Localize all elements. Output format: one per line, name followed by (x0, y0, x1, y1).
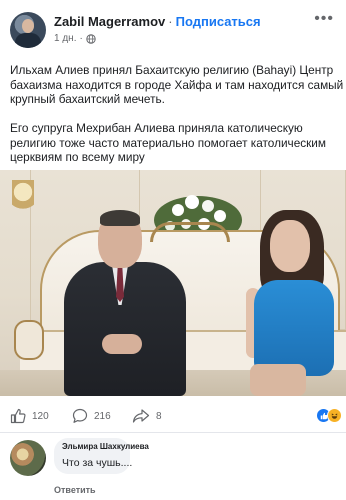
post-time[interactable]: 1 дн. (54, 33, 76, 44)
comment-bubble-icon (72, 408, 88, 423)
laughing-face-icon (329, 410, 340, 421)
man-figure (58, 210, 198, 396)
globe-icon[interactable] (86, 33, 96, 44)
sofa-arm (14, 320, 44, 360)
comment-bubble: Эльмира Шахкулиева Что за чушь.... (54, 438, 149, 474)
more-options-button[interactable]: ••• (314, 11, 334, 27)
reaction-summary[interactable] (316, 408, 342, 423)
thumbs-up-icon (10, 408, 26, 424)
post-header: Zabil Magerramov · Подписаться 1 дн. · ••• (0, 0, 346, 54)
like-count: 120 (32, 410, 49, 422)
name-separator: · (168, 14, 173, 29)
comments-divider (0, 432, 346, 433)
comment-count: 216 (94, 410, 111, 422)
like-button[interactable]: 120 (10, 408, 49, 424)
comment-text: Что за чушь.... (62, 457, 133, 469)
wall-sconce (12, 180, 34, 220)
author-name-row: Zabil Magerramov · Подписаться (54, 14, 261, 29)
man-hair (100, 210, 140, 226)
reply-button[interactable]: Ответить (54, 485, 96, 495)
post-paragraph-2: Его супруга Мехрибан Алиева приняла като… (10, 121, 327, 164)
post-meta: 1 дн. · (54, 33, 96, 44)
follow-button[interactable]: Подписаться (176, 14, 261, 29)
haha-reaction-icon (327, 408, 342, 423)
share-count: 8 (156, 410, 162, 422)
time-separator: · (79, 33, 83, 44)
share-button[interactable]: 8 (132, 408, 162, 424)
post-photo[interactable] (0, 170, 346, 396)
comment-author[interactable]: Эльмира Шахкулиева (62, 442, 149, 451)
avatar-suit (15, 33, 41, 48)
woman-legs (250, 364, 306, 396)
woman-head (270, 220, 310, 272)
author-name[interactable]: Zabil Magerramov (54, 14, 165, 29)
avatar-face (22, 19, 34, 33)
woman-dress (254, 280, 334, 376)
reactions-bar: 120 216 8 (0, 400, 346, 432)
author-avatar[interactable] (10, 12, 46, 48)
post-paragraph-1: Ильхам Алиев принял Бахаитскую религию (… (10, 63, 344, 106)
woman-figure (236, 210, 346, 396)
comment-button[interactable]: 216 (72, 408, 111, 424)
share-arrow-icon (132, 409, 150, 423)
man-hands (102, 334, 142, 354)
post-text: Ильхам Алиев принял Бахаитскую религию (… (10, 63, 346, 179)
commenter-avatar[interactable] (10, 440, 46, 476)
